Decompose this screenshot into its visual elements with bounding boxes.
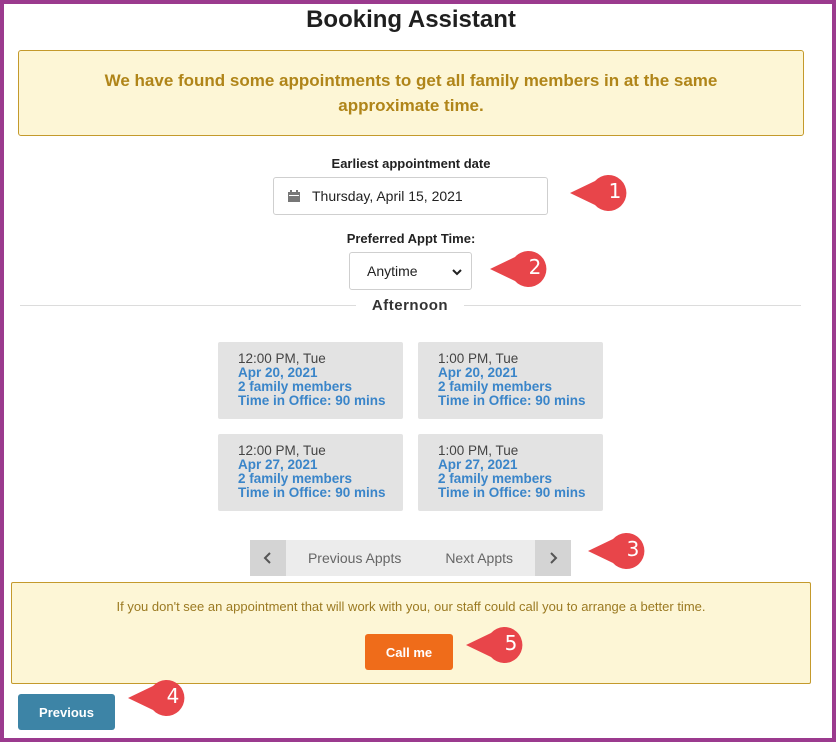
date-label: Earliest appointment date — [331, 156, 491, 171]
slot-time: 1:00 PM, Tue — [438, 351, 519, 366]
page-title: Booking Assistant — [306, 6, 516, 33]
slot-members: 2 family members — [438, 379, 553, 394]
slot-duration: Time in Office: 90 mins — [238, 485, 386, 500]
appointments-pager: Previous Appts Next Appts — [250, 540, 571, 576]
preferred-time-select[interactable]: Anytime — [349, 252, 472, 290]
slot-time: 12:00 PM, Tue — [238, 443, 326, 458]
callout-marker: 5 — [466, 625, 536, 665]
slot-duration: Time in Office: 90 mins — [238, 393, 386, 408]
divider-right — [464, 305, 801, 306]
chevron-down-icon — [451, 265, 463, 281]
preferred-time-value: Anytime — [367, 263, 418, 279]
callout-marker: 2 — [490, 249, 560, 289]
appointment-slot[interactable]: 12:00 PM, Tue Apr 20, 2021 2 family memb… — [218, 342, 403, 419]
call-me-message: If you don't see an appointment that wil… — [116, 599, 706, 614]
callout-number: 5 — [504, 631, 518, 655]
slot-duration: Time in Office: 90 mins — [438, 485, 586, 500]
next-appts-button[interactable]: Next Appts — [445, 550, 513, 566]
appointment-slot[interactable]: 12:00 PM, Tue Apr 27, 2021 2 family memb… — [218, 434, 403, 511]
slot-time: 1:00 PM, Tue — [438, 443, 519, 458]
previous-button[interactable]: Previous — [18, 694, 115, 730]
calendar-icon — [288, 190, 300, 202]
previous-appts-button[interactable]: Previous Appts — [308, 550, 401, 566]
slot-members: 2 family members — [438, 471, 553, 486]
callout-number: 4 — [166, 684, 180, 708]
chevron-right-icon[interactable] — [535, 540, 571, 576]
appointment-slot[interactable]: 1:00 PM, Tue Apr 20, 2021 2 family membe… — [418, 342, 603, 419]
slot-date: Apr 20, 2021 — [238, 365, 318, 380]
slot-duration: Time in Office: 90 mins — [438, 393, 586, 408]
appointment-slot[interactable]: 1:00 PM, Tue Apr 27, 2021 2 family membe… — [418, 434, 603, 511]
callout-marker: 4 — [128, 678, 198, 718]
section-title: Afternoon — [371, 297, 449, 314]
chevron-left-icon[interactable] — [250, 540, 286, 576]
callout-number: 1 — [608, 179, 622, 203]
preferred-time-label: Preferred Appt Time: — [346, 231, 476, 246]
call-me-button[interactable]: Call me — [365, 634, 453, 670]
slot-members: 2 family members — [238, 471, 353, 486]
slot-members: 2 family members — [238, 379, 353, 394]
callout-marker: 3 — [588, 531, 658, 571]
appointments-found-notice: We have found some appointments to get a… — [18, 50, 804, 136]
slot-time: 12:00 PM, Tue — [238, 351, 326, 366]
date-picker-input[interactable]: Thursday, April 15, 2021 — [273, 177, 548, 215]
slot-date: Apr 20, 2021 — [438, 365, 518, 380]
slot-date: Apr 27, 2021 — [438, 457, 518, 472]
divider-left — [20, 305, 356, 306]
slot-date: Apr 27, 2021 — [238, 457, 318, 472]
callout-marker: 1 — [570, 173, 640, 213]
date-value: Thursday, April 15, 2021 — [312, 188, 463, 204]
callout-number: 3 — [626, 537, 640, 561]
callout-number: 2 — [528, 255, 542, 279]
